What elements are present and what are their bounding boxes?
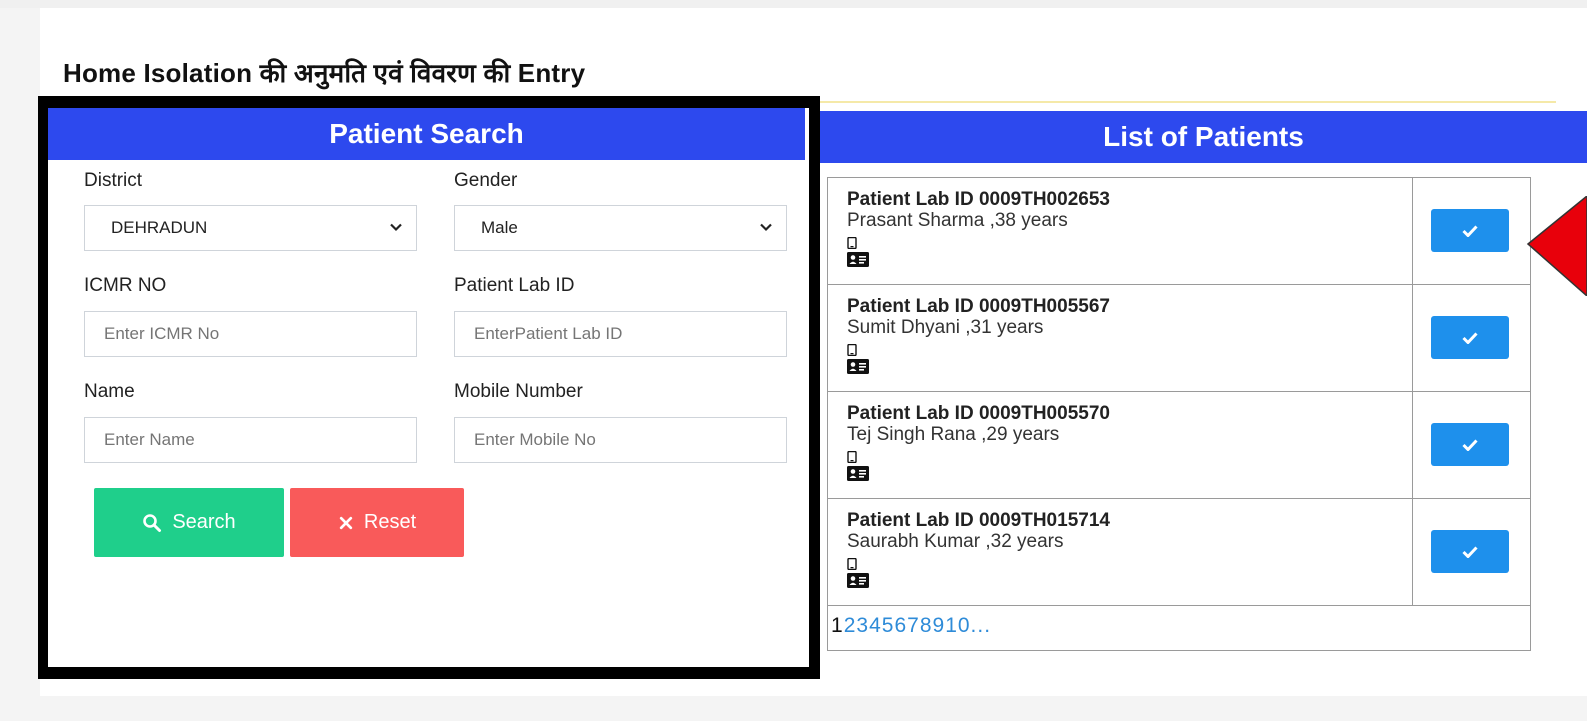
title-divider: [820, 101, 1556, 103]
page-link[interactable]: 6: [894, 614, 907, 637]
page-link[interactable]: 3: [856, 614, 869, 637]
page-title: Home Isolation की अनुमति एवं विवरण की En…: [63, 58, 586, 88]
search-button-label: Search: [172, 511, 236, 533]
page-link[interactable]: 9: [933, 614, 946, 637]
name-input[interactable]: [84, 417, 417, 463]
lab-id-label: Patient Lab ID: [454, 275, 575, 296]
page-current: 1: [831, 614, 844, 637]
table-row: Patient Lab ID 0009TH002653 Prasant Shar…: [828, 178, 1530, 285]
id-card-icon: [847, 466, 869, 481]
column-divider: [1412, 285, 1413, 391]
patient-info: Patient Lab ID 0009TH015714 Saurabh Kuma…: [847, 510, 1110, 588]
mobile-phone-icon: [847, 451, 857, 463]
gender-label: Gender: [454, 170, 518, 191]
patient-lab-id: Patient Lab ID 0009TH005570: [847, 403, 1110, 424]
patient-name-age: Prasant Sharma ,38 years: [847, 210, 1068, 231]
table-row: Patient Lab ID 0009TH015714 Saurabh Kuma…: [828, 499, 1530, 606]
page-link[interactable]: 7: [907, 614, 920, 637]
id-card-icon: [847, 359, 869, 374]
patient-name-age: Tej Singh Rana ,29 years: [847, 424, 1060, 445]
name-label: Name: [84, 381, 135, 402]
column-divider: [1412, 392, 1413, 498]
check-icon: [1462, 545, 1478, 558]
page-link[interactable]: 8: [920, 614, 933, 637]
page-link[interactable]: 10: [945, 614, 970, 637]
search-button[interactable]: Search: [94, 488, 284, 557]
district-value: DEHRADUN: [111, 218, 208, 237]
close-icon: [339, 516, 353, 529]
column-divider: [1412, 499, 1413, 605]
select-patient-button[interactable]: [1431, 316, 1509, 359]
district-label: District: [84, 170, 143, 191]
patient-name-age: Sumit Dhyani ,31 years: [847, 317, 1044, 338]
id-card-icon: [847, 573, 869, 588]
patient-search-panel: Patient Search District DEHRADUN Gender …: [48, 108, 809, 667]
red-arrow-annotation: [1526, 196, 1587, 296]
select-patient-button[interactable]: [1431, 530, 1509, 573]
pagination: 12345678910...: [831, 614, 991, 638]
patient-search-panel-outline: Patient Search District DEHRADUN Gender …: [38, 96, 820, 679]
mobile-phone-icon: [847, 237, 857, 249]
column-divider: [1412, 178, 1413, 284]
reset-button[interactable]: Reset: [290, 488, 464, 557]
table-row: Patient Lab ID 0009TH005567 Sumit Dhyani…: [828, 285, 1530, 392]
mobile-phone-icon: [847, 558, 857, 570]
patient-lab-id: Patient Lab ID 0009TH002653: [847, 189, 1110, 210]
top-strip: [0, 0, 1587, 8]
mobile-phone-icon: [847, 344, 857, 356]
mobile-input[interactable]: [454, 417, 787, 463]
patient-list-table: Patient Lab ID 0009TH002653 Prasant Shar…: [827, 177, 1531, 651]
chevron-down-icon: [760, 223, 772, 232]
icmr-label: ICMR NO: [84, 275, 167, 296]
reset-button-label: Reset: [363, 511, 417, 533]
check-icon: [1462, 438, 1478, 451]
table-row: Patient Lab ID 0009TH005570 Tej Singh Ra…: [828, 392, 1530, 499]
page-link[interactable]: 5: [882, 614, 895, 637]
patient-info: Patient Lab ID 0009TH005567 Sumit Dhyani…: [847, 296, 1110, 374]
search-icon: [143, 513, 162, 532]
icmr-input[interactable]: [84, 311, 417, 357]
patient-lab-id: Patient Lab ID 0009TH015714: [847, 510, 1110, 531]
patient-lab-id: Patient Lab ID 0009TH005567: [847, 296, 1110, 317]
select-patient-button[interactable]: [1431, 209, 1509, 252]
patient-info: Patient Lab ID 0009TH002653 Prasant Shar…: [847, 189, 1110, 267]
list-of-patients-header: List of Patients: [820, 111, 1587, 163]
select-patient-button[interactable]: [1431, 423, 1509, 466]
check-icon: [1462, 224, 1478, 237]
id-card-icon: [847, 252, 869, 267]
lab-id-input[interactable]: [454, 311, 787, 357]
patient-name-age: Saurabh Kumar ,32 years: [847, 531, 1064, 552]
mobile-label: Mobile Number: [454, 381, 583, 402]
district-select[interactable]: DEHRADUN: [84, 205, 417, 251]
patient-search-header: Patient Search: [48, 108, 805, 160]
gender-select[interactable]: Male: [454, 205, 787, 251]
gender-value: Male: [481, 218, 518, 237]
page-link[interactable]: 4: [869, 614, 882, 637]
check-icon: [1462, 331, 1478, 344]
page-link-more[interactable]: ...: [971, 614, 992, 637]
chevron-down-icon: [390, 223, 402, 232]
page-link[interactable]: 2: [844, 614, 857, 637]
patient-info: Patient Lab ID 0009TH005570 Tej Singh Ra…: [847, 403, 1110, 481]
